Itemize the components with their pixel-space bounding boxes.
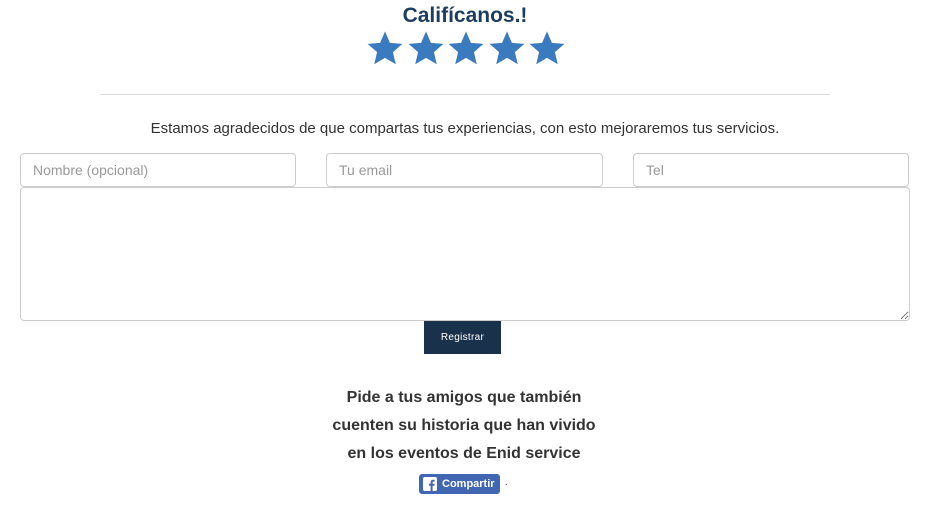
- facebook-icon: [423, 477, 437, 491]
- invite-line: cuenten su historia que han vivido: [332, 417, 596, 434]
- share-separator: ·: [504, 478, 508, 490]
- star-rating: [366, 29, 566, 71]
- register-button[interactable]: Registrar: [424, 321, 501, 354]
- name-field[interactable]: [20, 153, 296, 187]
- invite-text: Pide a tus amigos que también cuenten su…: [0, 384, 928, 468]
- email-field[interactable]: [326, 153, 603, 187]
- facebook-share-button[interactable]: Compartir: [419, 474, 500, 494]
- invite-line: Pide a tus amigos que también: [346, 389, 582, 406]
- share-row: Compartir ·: [419, 474, 508, 494]
- star-icon[interactable]: [366, 29, 404, 69]
- star-icon[interactable]: [447, 29, 485, 69]
- star-icon[interactable]: [528, 29, 566, 69]
- star-icon[interactable]: [488, 29, 526, 69]
- share-label: Compartir: [442, 478, 495, 490]
- feedback-page: Califícanos.! Estamos agradecidos de que…: [0, 0, 935, 513]
- divider: [100, 94, 830, 95]
- message-textarea[interactable]: [20, 187, 910, 321]
- tel-field[interactable]: [633, 153, 909, 187]
- star-icon[interactable]: [407, 29, 445, 69]
- invite-line: en los eventos de Enid service: [347, 445, 581, 462]
- rating-title: Califícanos.!: [402, 4, 528, 27]
- intro-text: Estamos agradecidos de que compartas tus…: [150, 120, 780, 137]
